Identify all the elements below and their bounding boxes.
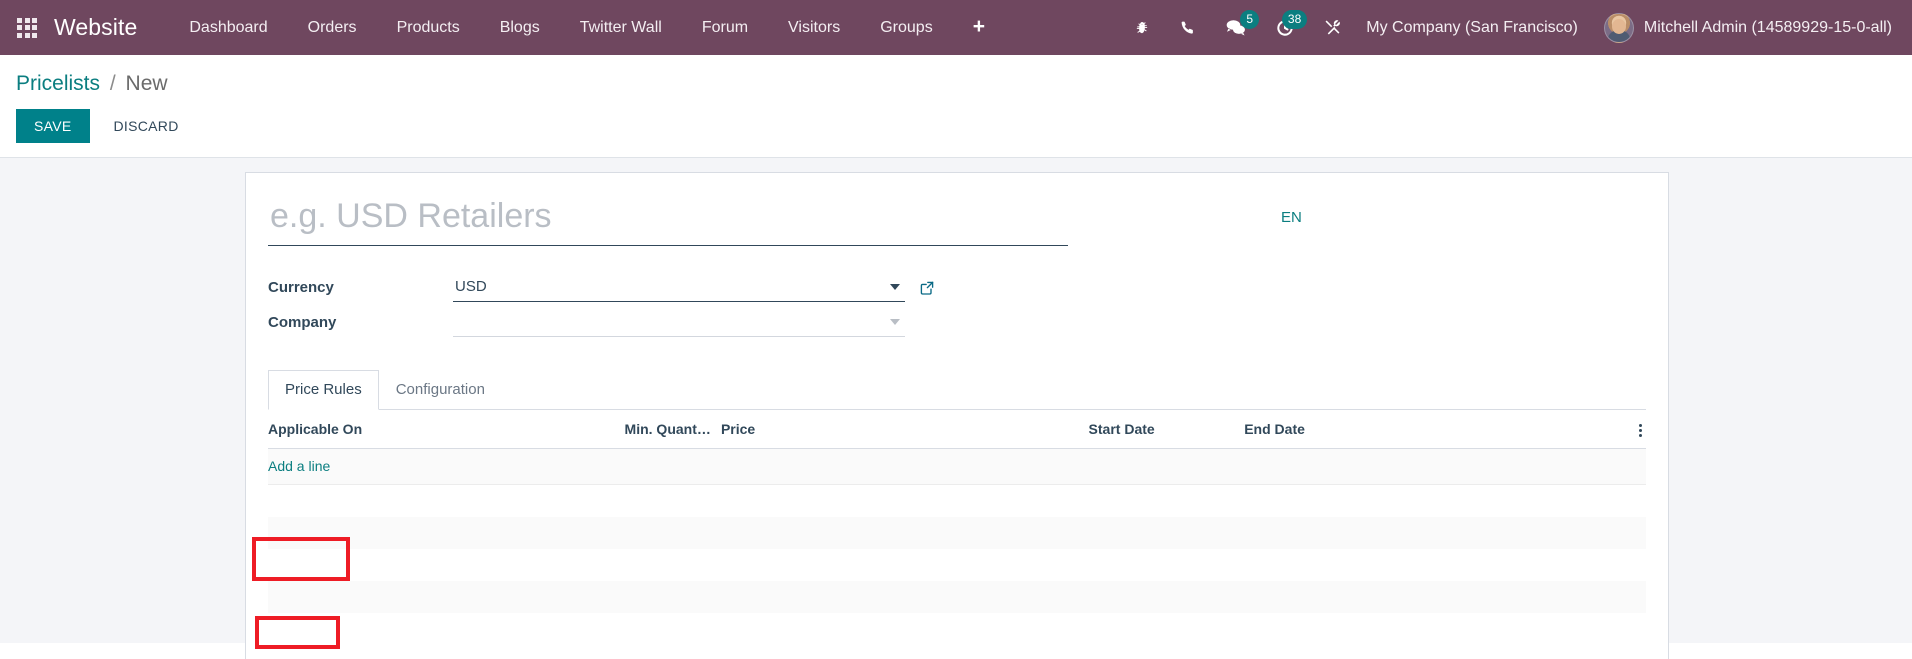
menu-item-twitter-wall[interactable]: Twitter Wall xyxy=(560,0,682,55)
notebook: Price Rules Configuration Applicable On … xyxy=(268,370,1646,613)
user-name-label: Mitchell Admin (14589929-15-0-all) xyxy=(1643,18,1892,36)
column-header-start-date[interactable]: Start Date xyxy=(1088,410,1245,449)
wrench-screwdriver-icon xyxy=(1323,18,1342,37)
currency-input[interactable] xyxy=(453,273,905,301)
chevron-down-icon[interactable] xyxy=(890,284,900,290)
breadcrumb-item-pricelists[interactable]: Pricelists xyxy=(16,72,100,95)
apps-grid-icon xyxy=(17,17,37,38)
menu-item-visitors[interactable]: Visitors xyxy=(768,0,860,55)
breadcrumb-item-current: New xyxy=(125,72,168,95)
column-options-button[interactable] xyxy=(1605,410,1646,449)
column-header-end-date[interactable]: End Date xyxy=(1244,410,1606,449)
tools-button[interactable] xyxy=(1309,0,1356,55)
menu-item-products[interactable]: Products xyxy=(377,0,480,55)
external-link-icon[interactable] xyxy=(919,280,935,296)
breadcrumb: Pricelists / New xyxy=(0,67,1912,100)
table-empty-row xyxy=(268,548,1646,581)
control-panel: Pricelists / New SAVE DISCARD xyxy=(0,55,1912,158)
content-area: EN Currency xyxy=(0,158,1912,659)
table-empty-row xyxy=(268,516,1646,549)
add-a-line-link[interactable]: Add a line xyxy=(268,458,330,474)
menu-item-groups[interactable]: Groups xyxy=(860,0,952,55)
bug-icon xyxy=(1133,19,1151,37)
vertical-dots-icon[interactable] xyxy=(1639,423,1642,437)
messages-button[interactable]: 5 xyxy=(1211,0,1261,55)
currency-field-label: Currency xyxy=(268,279,334,296)
systray: 5 38 My Company (San Francisco) Mitchell… xyxy=(1119,0,1912,55)
form-fields: Currency Company xyxy=(268,270,1646,340)
user-menu-button[interactable]: Mitchell Admin (14589929-15-0-all) xyxy=(1594,0,1898,55)
table-empty-row xyxy=(268,580,1646,613)
phone-icon xyxy=(1179,19,1197,37)
table-header-row: Applicable On Min. Quant… Price Start Da… xyxy=(268,410,1646,449)
messages-count-badge: 5 xyxy=(1240,10,1260,29)
field-row-company: Company xyxy=(268,305,1646,340)
currency-field-control[interactable] xyxy=(453,273,905,302)
add-line-cell[interactable]: Add a line xyxy=(268,448,1646,485)
voip-phone-button[interactable] xyxy=(1165,0,1211,55)
title-row: EN xyxy=(268,195,1646,246)
save-button[interactable]: SAVE xyxy=(16,109,90,143)
company-field-control[interactable] xyxy=(453,308,905,337)
column-header-price[interactable]: Price xyxy=(720,410,1089,449)
pricelist-form-card: EN Currency xyxy=(245,172,1669,659)
tab-configuration[interactable]: Configuration xyxy=(379,370,502,410)
record-actions: SAVE DISCARD xyxy=(0,100,1912,157)
add-menu-button[interactable]: + xyxy=(953,0,1005,55)
price-rules-table: Applicable On Min. Quant… Price Start Da… xyxy=(268,410,1646,613)
column-header-applicable-on[interactable]: Applicable On xyxy=(268,410,625,449)
user-avatar xyxy=(1603,12,1634,43)
company-switcher[interactable]: My Company (San Francisco) xyxy=(1356,19,1594,37)
menu-item-orders[interactable]: Orders xyxy=(288,0,377,55)
company-field-label: Company xyxy=(268,314,337,331)
add-line-row[interactable]: Add a line xyxy=(268,448,1646,485)
column-header-min-quantity[interactable]: Min. Quant… xyxy=(624,410,721,449)
menu-item-forum[interactable]: Forum xyxy=(682,0,768,55)
language-selector[interactable]: EN xyxy=(1281,209,1302,226)
table-body: Add a line xyxy=(268,448,1646,613)
table-empty-row xyxy=(268,484,1646,517)
apps-menu-button[interactable] xyxy=(0,0,54,55)
app-brand-website[interactable]: Website xyxy=(54,14,145,41)
menu-item-dashboard[interactable]: Dashboard xyxy=(169,0,287,55)
tab-price-rules[interactable]: Price Rules xyxy=(268,370,379,410)
top-navbar: Website Dashboard Orders Products Blogs … xyxy=(0,0,1912,55)
debug-menu-button[interactable] xyxy=(1119,0,1165,55)
notebook-tabs: Price Rules Configuration xyxy=(268,370,1646,410)
breadcrumb-separator: / xyxy=(109,72,116,95)
discard-button[interactable]: DISCARD xyxy=(100,109,193,143)
menu-item-blogs[interactable]: Blogs xyxy=(480,0,560,55)
activities-button[interactable]: 38 xyxy=(1261,0,1309,55)
activities-count-badge: 38 xyxy=(1281,10,1308,29)
pricelist-name-input[interactable] xyxy=(268,195,1068,246)
main-menu: Dashboard Orders Products Blogs Twitter … xyxy=(169,0,1005,55)
chevron-down-icon[interactable] xyxy=(890,319,900,325)
company-input[interactable] xyxy=(453,308,905,336)
field-row-currency: Currency xyxy=(268,270,1646,305)
